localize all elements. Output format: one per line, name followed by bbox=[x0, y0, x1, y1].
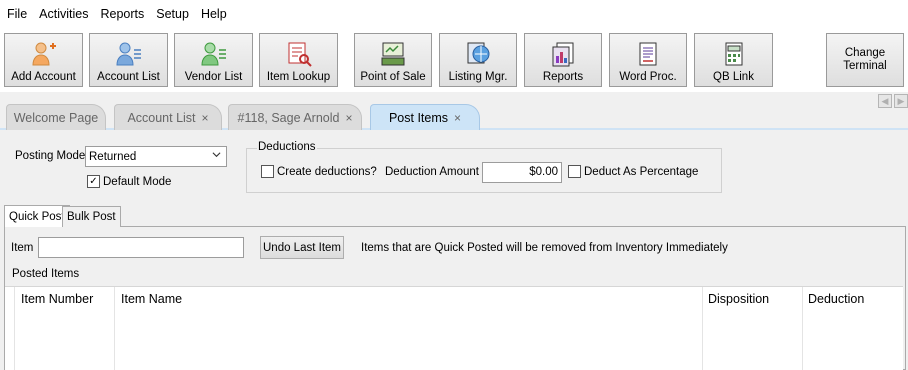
column-header-disposition[interactable]: Disposition bbox=[708, 292, 769, 306]
item-lookup-label: Item Lookup bbox=[266, 71, 331, 83]
change-terminal-label-2: Terminal bbox=[843, 60, 887, 72]
tab-sage-arnold[interactable]: #118, Sage Arnold × bbox=[228, 104, 362, 130]
posting-mode-value: Returned bbox=[89, 150, 137, 163]
tab-account-list[interactable]: Account List × bbox=[114, 104, 222, 130]
close-icon[interactable]: × bbox=[202, 111, 209, 125]
tab-label: Post Items bbox=[388, 110, 449, 125]
qb-link-icon bbox=[720, 40, 748, 68]
point-of-sale-icon bbox=[379, 40, 407, 68]
item-lookup-button[interactable]: Item Lookup bbox=[259, 33, 338, 87]
item-label: Item bbox=[11, 242, 34, 254]
vendor-list-label: Vendor List bbox=[184, 71, 243, 83]
change-terminal-label-1: Change bbox=[844, 47, 886, 59]
deduct-as-percentage-label: Deduct As Percentage bbox=[584, 165, 699, 178]
tab-quick-post[interactable]: Quick Post bbox=[4, 205, 70, 227]
default-mode-label: Default Mode bbox=[103, 175, 172, 188]
account-list-label: Account List bbox=[97, 71, 160, 83]
menu-reports[interactable]: Reports bbox=[94, 0, 150, 28]
add-account-button[interactable]: Add Account bbox=[4, 33, 83, 87]
column-header-deduction[interactable]: Deduction bbox=[808, 292, 864, 306]
menu-bar: File Activities Reports Setup Help bbox=[0, 0, 908, 28]
column-divider bbox=[802, 287, 803, 370]
column-divider bbox=[702, 287, 703, 370]
reports-button[interactable]: Reports bbox=[524, 33, 602, 87]
listing-manager-icon bbox=[464, 40, 492, 68]
posting-mode-select[interactable]: Returned bbox=[85, 146, 227, 167]
reports-label: Reports bbox=[542, 71, 584, 83]
deduction-amount-label: Deduction Amount bbox=[385, 166, 479, 178]
checkmark-icon: ✓ bbox=[87, 175, 100, 188]
undo-last-item-button[interactable]: Undo Last Item bbox=[260, 236, 344, 259]
posted-items-grid[interactable]: Item Number Item Name Disposition Deduct… bbox=[5, 286, 903, 370]
tab-label: Account List bbox=[127, 110, 196, 125]
word-processor-label: Word Proc. bbox=[619, 71, 677, 83]
deduction-amount-input[interactable]: $0.00 bbox=[482, 162, 562, 183]
item-lookup-icon bbox=[285, 40, 313, 68]
default-mode-checkbox[interactable]: ✓ Default Mode bbox=[87, 175, 171, 188]
add-account-icon bbox=[30, 40, 58, 68]
tab-label: Welcome Page bbox=[13, 110, 99, 125]
create-deductions-checkbox[interactable]: Create deductions? bbox=[261, 165, 377, 178]
document-tabs: Welcome Page Account List × #118, Sage A… bbox=[0, 102, 908, 130]
create-deductions-label: Create deductions? bbox=[277, 165, 377, 178]
chevron-down-icon bbox=[212, 152, 221, 158]
word-processor-button[interactable]: Word Proc. bbox=[609, 33, 687, 87]
column-divider bbox=[114, 287, 115, 370]
add-account-label: Add Account bbox=[11, 71, 76, 83]
tab-bulk-post[interactable]: Bulk Post bbox=[62, 206, 121, 227]
point-of-sale-label: Point of Sale bbox=[360, 71, 426, 83]
tab-welcome-page[interactable]: Welcome Page bbox=[6, 104, 106, 130]
listing-manager-button[interactable]: Listing Mgr. bbox=[439, 33, 517, 87]
column-header-item-number[interactable]: Item Number bbox=[21, 292, 93, 306]
tab-post-items[interactable]: Post Items × bbox=[370, 104, 480, 130]
toolbar: Add Account Account List Vendor List Ite… bbox=[0, 28, 908, 92]
menu-setup[interactable]: Setup bbox=[150, 0, 195, 28]
posting-mode-label: Posting Mode bbox=[15, 150, 86, 162]
item-input[interactable] bbox=[38, 237, 244, 258]
tab-label: Quick Post bbox=[9, 210, 65, 223]
account-list-icon bbox=[115, 40, 143, 68]
vendor-list-icon bbox=[200, 40, 228, 68]
account-list-button[interactable]: Account List bbox=[89, 33, 168, 87]
reports-icon bbox=[549, 40, 577, 68]
word-processor-icon bbox=[634, 40, 662, 68]
checkbox-box bbox=[568, 165, 581, 178]
deduct-as-percentage-checkbox[interactable]: Deduct As Percentage bbox=[568, 165, 698, 178]
undo-last-item-label: Undo Last Item bbox=[263, 241, 341, 254]
quick-post-note: Items that are Quick Posted will be remo… bbox=[361, 242, 728, 254]
menu-activities[interactable]: Activities bbox=[33, 0, 94, 28]
posted-items-label: Posted Items bbox=[12, 268, 80, 280]
vendor-list-button[interactable]: Vendor List bbox=[174, 33, 253, 87]
checkbox-box bbox=[261, 165, 274, 178]
point-of-sale-button[interactable]: Point of Sale bbox=[354, 33, 432, 87]
menu-help[interactable]: Help bbox=[195, 0, 233, 28]
change-terminal-button[interactable]: Change Terminal bbox=[826, 33, 904, 87]
deductions-title: Deductions bbox=[257, 141, 317, 153]
tab-label: #118, Sage Arnold bbox=[237, 110, 340, 125]
tab-label: Bulk Post bbox=[67, 211, 116, 223]
qb-link-button[interactable]: QB Link bbox=[694, 33, 773, 87]
close-icon[interactable]: × bbox=[454, 111, 461, 125]
qb-link-label: QB Link bbox=[713, 71, 754, 83]
menu-file[interactable]: File bbox=[1, 0, 33, 28]
close-icon[interactable]: × bbox=[345, 111, 352, 125]
column-header-item-name[interactable]: Item Name bbox=[121, 292, 182, 306]
column-divider bbox=[14, 287, 15, 370]
listing-manager-label: Listing Mgr. bbox=[448, 71, 508, 83]
